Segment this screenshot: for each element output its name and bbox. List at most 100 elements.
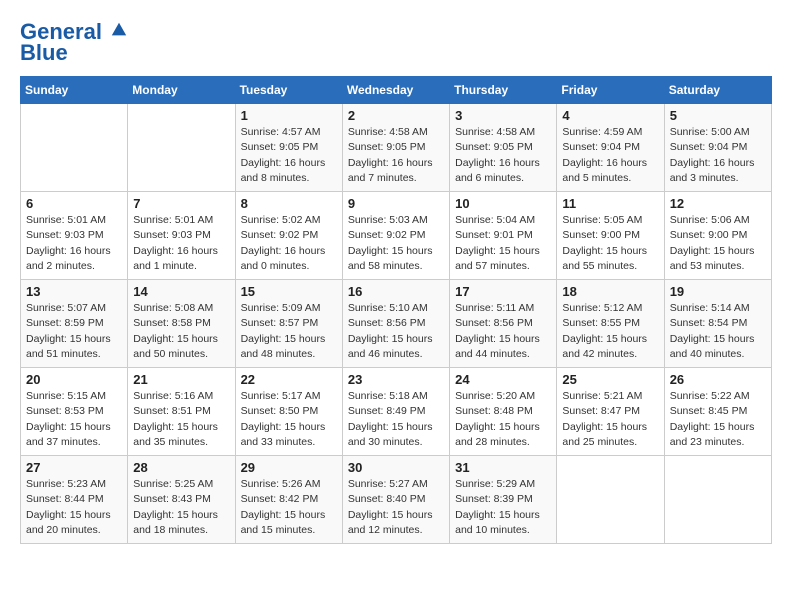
day-number: 26 [670,372,766,387]
calendar-cell: 21 Sunrise: 5:16 AM Sunset: 8:51 PM Dayli… [128,368,235,456]
day-detail: Sunrise: 4:57 AM Sunset: 9:05 PM Dayligh… [241,125,337,186]
day-number: 4 [562,108,658,123]
calendar-cell: 7 Sunrise: 5:01 AM Sunset: 9:03 PM Daylig… [128,192,235,280]
day-number: 6 [26,196,122,211]
day-number: 17 [455,284,551,299]
day-number: 9 [348,196,444,211]
calendar-cell: 10 Sunrise: 5:04 AM Sunset: 9:01 PM Dayli… [450,192,557,280]
day-detail: Sunrise: 5:14 AM Sunset: 8:54 PM Dayligh… [670,301,766,362]
day-number: 8 [241,196,337,211]
calendar-cell: 24Sunrise: 5:20 AM Sunset: 8:48 PM Dayli… [450,368,557,456]
day-detail: Sunrise: 5:15 AM Sunset: 8:53 PM Dayligh… [26,389,122,450]
day-detail: Sunrise: 5:06 AM Sunset: 9:00 PM Dayligh… [670,213,766,274]
calendar-cell: 29 Sunrise: 5:26 AM Sunset: 8:42 PM Dayli… [235,456,342,544]
day-number: 22 [241,372,337,387]
calendar-week-row: 6 Sunrise: 5:01 AM Sunset: 9:03 PM Daylig… [21,192,772,280]
calendar-week-row: 27Sunrise: 5:23 AM Sunset: 8:44 PM Dayli… [21,456,772,544]
calendar-cell: 16 Sunrise: 5:10 AM Sunset: 8:56 PM Dayli… [342,280,449,368]
day-detail: Sunrise: 4:58 AM Sunset: 9:05 PM Dayligh… [455,125,551,186]
day-number: 13 [26,284,122,299]
day-detail: Sunrise: 5:29 AM Sunset: 8:39 PM Dayligh… [455,477,551,538]
calendar-cell [21,104,128,192]
calendar-cell: 25Sunrise: 5:21 AM Sunset: 8:47 PM Dayli… [557,368,664,456]
calendar-cell: 17 Sunrise: 5:11 AM Sunset: 8:56 PM Dayli… [450,280,557,368]
day-number: 15 [241,284,337,299]
day-detail: Sunrise: 5:23 AM Sunset: 8:44 PM Dayligh… [26,477,122,538]
weekday-header-saturday: Saturday [664,77,771,104]
logo-blue: Blue [20,40,68,66]
day-detail: Sunrise: 5:08 AM Sunset: 8:58 PM Dayligh… [133,301,229,362]
calendar-week-row: 20 Sunrise: 5:15 AM Sunset: 8:53 PM Dayli… [21,368,772,456]
weekday-header-friday: Friday [557,77,664,104]
day-number: 30 [348,460,444,475]
calendar-cell: 12 Sunrise: 5:06 AM Sunset: 9:00 PM Dayli… [664,192,771,280]
calendar-week-row: 13 Sunrise: 5:07 AM Sunset: 8:59 PM Dayli… [21,280,772,368]
day-detail: Sunrise: 5:16 AM Sunset: 8:51 PM Dayligh… [133,389,229,450]
day-detail: Sunrise: 4:58 AM Sunset: 9:05 PM Dayligh… [348,125,444,186]
day-number: 3 [455,108,551,123]
calendar-cell: 18Sunrise: 5:12 AM Sunset: 8:55 PM Dayli… [557,280,664,368]
day-detail: Sunrise: 5:27 AM Sunset: 8:40 PM Dayligh… [348,477,444,538]
calendar-cell: 11Sunrise: 5:05 AM Sunset: 9:00 PM Dayli… [557,192,664,280]
day-detail: Sunrise: 5:00 AM Sunset: 9:04 PM Dayligh… [670,125,766,186]
day-detail: Sunrise: 5:11 AM Sunset: 8:56 PM Dayligh… [455,301,551,362]
calendar-header-row: SundayMondayTuesdayWednesdayThursdayFrid… [21,77,772,104]
day-detail: Sunrise: 5:22 AM Sunset: 8:45 PM Dayligh… [670,389,766,450]
day-number: 18 [562,284,658,299]
day-detail: Sunrise: 5:07 AM Sunset: 8:59 PM Dayligh… [26,301,122,362]
logo: General Blue [20,20,128,66]
calendar-cell: 31Sunrise: 5:29 AM Sunset: 8:39 PM Dayli… [450,456,557,544]
day-number: 1 [241,108,337,123]
calendar-cell: 14 Sunrise: 5:08 AM Sunset: 8:58 PM Dayli… [128,280,235,368]
day-detail: Sunrise: 5:01 AM Sunset: 9:03 PM Dayligh… [133,213,229,274]
day-number: 29 [241,460,337,475]
day-number: 10 [455,196,551,211]
calendar-cell: 15 Sunrise: 5:09 AM Sunset: 8:57 PM Dayli… [235,280,342,368]
day-number: 14 [133,284,229,299]
calendar-cell: 26 Sunrise: 5:22 AM Sunset: 8:45 PM Dayli… [664,368,771,456]
calendar-cell [128,104,235,192]
day-number: 21 [133,372,229,387]
day-detail: Sunrise: 5:05 AM Sunset: 9:00 PM Dayligh… [562,213,658,274]
calendar-cell: 4 Sunrise: 4:59 AM Sunset: 9:04 PM Daylig… [557,104,664,192]
calendar-cell: 30 Sunrise: 5:27 AM Sunset: 8:40 PM Dayli… [342,456,449,544]
calendar-cell: 3 Sunrise: 4:58 AM Sunset: 9:05 PM Daylig… [450,104,557,192]
day-detail: Sunrise: 5:02 AM Sunset: 9:02 PM Dayligh… [241,213,337,274]
day-detail: Sunrise: 5:10 AM Sunset: 8:56 PM Dayligh… [348,301,444,362]
calendar-cell: 27Sunrise: 5:23 AM Sunset: 8:44 PM Dayli… [21,456,128,544]
calendar-cell: 1 Sunrise: 4:57 AM Sunset: 9:05 PM Daylig… [235,104,342,192]
weekday-header-thursday: Thursday [450,77,557,104]
calendar-cell: 20 Sunrise: 5:15 AM Sunset: 8:53 PM Dayli… [21,368,128,456]
day-detail: Sunrise: 5:26 AM Sunset: 8:42 PM Dayligh… [241,477,337,538]
day-number: 24 [455,372,551,387]
page-header: General Blue [20,20,772,66]
day-number: 5 [670,108,766,123]
calendar-cell: 23Sunrise: 5:18 AM Sunset: 8:49 PM Dayli… [342,368,449,456]
day-detail: Sunrise: 5:09 AM Sunset: 8:57 PM Dayligh… [241,301,337,362]
calendar-cell: 13 Sunrise: 5:07 AM Sunset: 8:59 PM Dayli… [21,280,128,368]
calendar-body: 1 Sunrise: 4:57 AM Sunset: 9:05 PM Daylig… [21,104,772,544]
calendar-cell: 2 Sunrise: 4:58 AM Sunset: 9:05 PM Daylig… [342,104,449,192]
calendar-cell: 28 Sunrise: 5:25 AM Sunset: 8:43 PM Dayli… [128,456,235,544]
day-detail: Sunrise: 5:04 AM Sunset: 9:01 PM Dayligh… [455,213,551,274]
calendar-cell: 9Sunrise: 5:03 AM Sunset: 9:02 PM Daylig… [342,192,449,280]
day-detail: Sunrise: 5:25 AM Sunset: 8:43 PM Dayligh… [133,477,229,538]
day-detail: Sunrise: 4:59 AM Sunset: 9:04 PM Dayligh… [562,125,658,186]
day-detail: Sunrise: 5:17 AM Sunset: 8:50 PM Dayligh… [241,389,337,450]
calendar-cell: 6 Sunrise: 5:01 AM Sunset: 9:03 PM Daylig… [21,192,128,280]
calendar-week-row: 1 Sunrise: 4:57 AM Sunset: 9:05 PM Daylig… [21,104,772,192]
calendar-cell [664,456,771,544]
day-detail: Sunrise: 5:18 AM Sunset: 8:49 PM Dayligh… [348,389,444,450]
day-number: 16 [348,284,444,299]
day-number: 28 [133,460,229,475]
weekday-header-monday: Monday [128,77,235,104]
calendar-cell: 5 Sunrise: 5:00 AM Sunset: 9:04 PM Daylig… [664,104,771,192]
day-number: 2 [348,108,444,123]
day-detail: Sunrise: 5:01 AM Sunset: 9:03 PM Dayligh… [26,213,122,274]
calendar-cell: 22 Sunrise: 5:17 AM Sunset: 8:50 PM Dayli… [235,368,342,456]
day-number: 20 [26,372,122,387]
day-number: 7 [133,196,229,211]
calendar-cell: 8 Sunrise: 5:02 AM Sunset: 9:02 PM Daylig… [235,192,342,280]
day-number: 12 [670,196,766,211]
calendar-cell: 19Sunrise: 5:14 AM Sunset: 8:54 PM Dayli… [664,280,771,368]
